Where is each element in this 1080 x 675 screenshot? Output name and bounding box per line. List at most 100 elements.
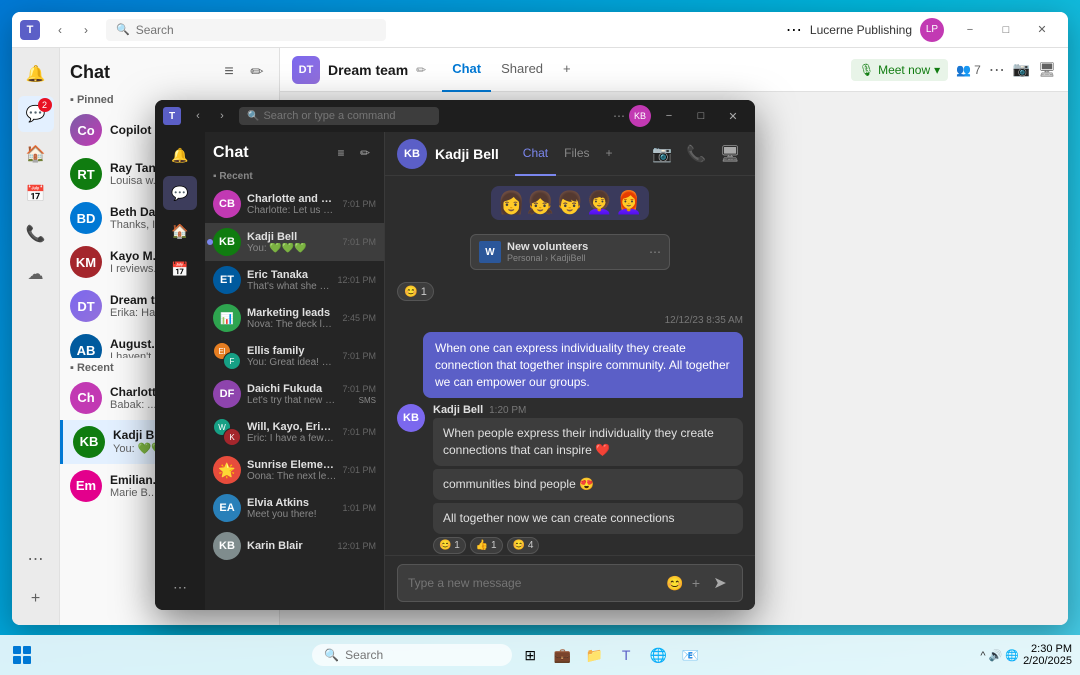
taskbar-edge[interactable]: 🌐: [644, 641, 672, 669]
dark-filter-icon[interactable]: ≡: [330, 142, 352, 164]
dark-maximize-button[interactable]: □: [687, 105, 715, 127]
close-button[interactable]: ✕: [1024, 16, 1060, 44]
reaction-pill[interactable]: 😊 1: [397, 282, 434, 301]
send-button[interactable]: ➤: [708, 571, 732, 595]
sidebar-item-apps[interactable]: +: [18, 581, 54, 617]
sidebar-item-more[interactable]: ⋯: [18, 541, 54, 577]
sidebar-item-onedrive[interactable]: ☁: [18, 256, 54, 292]
avatar: KB: [213, 532, 241, 560]
dark-close-button[interactable]: ✕: [719, 105, 747, 127]
reaction-1[interactable]: 😊 1: [433, 537, 466, 554]
list-item[interactable]: W K Will, Kayo, Eric, +4 Eric: I have a …: [205, 413, 384, 451]
dark-new-chat-icon[interactable]: ✏: [354, 142, 376, 164]
list-item[interactable]: KB Kadji Bell You: 💚💚💚 7:01 PM: [205, 223, 384, 261]
message-card[interactable]: W New volunteers Personal › KadjiBell ⋯: [470, 234, 670, 270]
more-options-icon[interactable]: ⋯: [989, 60, 1005, 80]
sidebar-item-teams[interactable]: 🏠: [18, 136, 54, 172]
apps-icon: +: [31, 590, 40, 608]
tab-add[interactable]: +: [553, 48, 581, 92]
list-item[interactable]: KB Karin Blair 12:01 PM: [205, 527, 384, 565]
participants-number: 7: [974, 63, 981, 77]
filter-icon[interactable]: ≡: [217, 60, 241, 84]
dark-search-input[interactable]: [263, 110, 413, 122]
participants-icon: 👥: [956, 63, 971, 77]
more-options-icon[interactable]: ⋯: [786, 20, 802, 40]
dark-back-button[interactable]: ‹: [187, 105, 209, 127]
dark-activity-icon: 🔔: [171, 147, 188, 164]
dark-audio-icon[interactable]: 📞: [683, 141, 709, 167]
list-item[interactable]: DF Daichi Fukuda Let's try that new plac…: [205, 375, 384, 413]
list-item[interactable]: 🌟 Sunrise Elementary Volunteers Oona: Th…: [205, 451, 384, 489]
sidebar-item-calls[interactable]: 📞: [18, 216, 54, 252]
chat-name: Ellis family: [247, 345, 336, 357]
list-item[interactable]: EA Elvia Atkins Meet you there! 1:01 PM: [205, 489, 384, 527]
dark-sidebar-more[interactable]: ⋯: [163, 570, 197, 604]
chat-name: Will, Kayo, Eric, +4: [247, 421, 336, 433]
dark-sidebar-activity[interactable]: 🔔: [163, 138, 197, 172]
dark-sidebar-teams[interactable]: 🏠: [163, 214, 197, 248]
sidebar-narrow: 🔔 💬 2 🏠 📅 📞 ☁ ⋯ +: [12, 48, 60, 625]
back-button[interactable]: ‹: [48, 18, 72, 42]
dark-minimize-button[interactable]: −: [655, 105, 683, 127]
screen-share-icon[interactable]: 🖥: [1038, 61, 1056, 78]
list-item[interactable]: CB Charlotte and Babak Charlotte: Let us…: [205, 185, 384, 223]
more-apps-icon: ⋯: [28, 549, 44, 569]
card-reaction: 😊 1: [397, 282, 743, 301]
meet-now-button[interactable]: 🎙 Meet now ▾: [851, 59, 948, 81]
maximize-button[interactable]: □: [988, 16, 1024, 44]
taskbar-teams[interactable]: 💼: [548, 641, 576, 669]
dark-sidebar-chat[interactable]: 💬: [163, 176, 197, 210]
dark-forward-button[interactable]: ›: [211, 105, 233, 127]
list-item[interactable]: 📊 Marketing leads Nova: The deck looks g…: [205, 299, 384, 337]
sidebar-item-calendar[interactable]: 📅: [18, 176, 54, 212]
taskbar-explorer[interactable]: 📁: [580, 641, 608, 669]
reaction-2[interactable]: 👍 1: [470, 537, 503, 554]
taskbar-search-input[interactable]: [345, 648, 495, 662]
onedrive-icon: ☁: [28, 264, 44, 284]
dark-search-bar[interactable]: 🔍: [239, 107, 439, 125]
new-chat-icon[interactable]: ✏: [245, 60, 269, 84]
search-bar[interactable]: 🔍: [106, 19, 386, 41]
sidebar-item-activity[interactable]: 🔔: [18, 56, 54, 92]
participants-count[interactable]: 👥 7: [956, 63, 981, 77]
reaction-3[interactable]: 😊 4: [507, 537, 540, 554]
start-button[interactable]: [8, 641, 36, 669]
dark-messages-list: 👩 👧 👦 👩‍🦱 👩‍🦰 W New volunteers Personal …: [385, 176, 755, 555]
dark-sidebar: 🔔 💬 🏠 📅 ⋯: [155, 132, 205, 610]
chat-name: Karin Blair: [247, 540, 331, 552]
tab-shared[interactable]: Shared: [491, 48, 553, 92]
dark-screen-share-icon[interactable]: 🖥: [717, 141, 743, 167]
emoji-face-4: 👩‍🦱: [586, 190, 613, 216]
dark-tab-chat[interactable]: Chat: [515, 132, 556, 176]
list-item[interactable]: El F Ellis family You: Great idea! Let's…: [205, 337, 384, 375]
video-call-icon[interactable]: 📷: [1013, 61, 1030, 78]
list-item[interactable]: ET Eric Tanaka That's what she said 12:0…: [205, 261, 384, 299]
card-more-icon[interactable]: ⋯: [649, 245, 661, 259]
add-icon[interactable]: +: [692, 575, 700, 591]
dark-more-icon[interactable]: ⋯: [613, 109, 625, 123]
channel-edit-icon[interactable]: ✏: [416, 63, 426, 77]
dark-user-avatar[interactable]: KB: [629, 105, 651, 127]
dark-message-input[interactable]: [408, 576, 658, 590]
forward-button[interactable]: ›: [74, 18, 98, 42]
sidebar-item-chat[interactable]: 💬 2: [18, 96, 54, 132]
calls-icon: 📞: [26, 224, 46, 244]
chat-preview: Nova: The deck looks great!: [247, 319, 336, 330]
user-avatar[interactable]: LP: [920, 18, 944, 42]
avatar-group: W K: [213, 418, 241, 446]
taskbar-search[interactable]: 🔍: [312, 644, 512, 666]
dark-tab-add[interactable]: +: [598, 132, 621, 176]
minimize-button[interactable]: −: [952, 16, 988, 44]
dark-video-icon[interactable]: 📷: [649, 141, 675, 167]
dark-tab-files[interactable]: Files: [556, 132, 597, 176]
emoji-icon[interactable]: 😊: [666, 575, 683, 592]
taskbar-taskview[interactable]: ⊞: [516, 641, 544, 669]
taskbar-teams2[interactable]: T: [612, 641, 640, 669]
search-input[interactable]: [136, 23, 336, 37]
tab-chat[interactable]: Chat: [442, 48, 491, 92]
dark-sidebar-calendar[interactable]: 📅: [163, 252, 197, 286]
taskbar-outlook[interactable]: 📧: [676, 641, 704, 669]
chat-panel-header: Chat ≡ ✏: [60, 48, 279, 90]
time-display: 2:30 PM: [1023, 643, 1072, 655]
chat-time: 7:01 PM: [342, 384, 376, 394]
